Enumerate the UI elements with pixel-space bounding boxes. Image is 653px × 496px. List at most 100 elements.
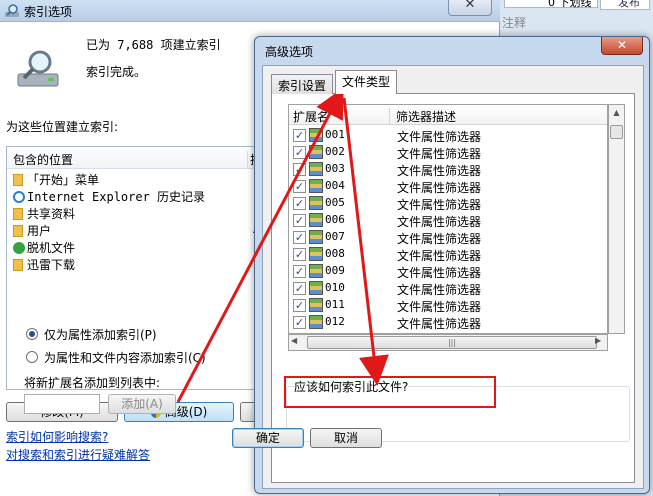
scroll-up-icon[interactable]: ▲ [609, 105, 624, 121]
extension-cell: 009 [325, 264, 345, 277]
include-checkbox[interactable]: ✓ [293, 299, 306, 312]
index-effect-link[interactable]: 索引如何影响搜索? [6, 428, 108, 445]
filter-description-cell: 文件属性筛选器 [397, 198, 482, 212]
folder-icon [13, 225, 23, 237]
include-checkbox[interactable]: ✓ [293, 180, 306, 193]
filter-description-cell: 文件属性筛选器 [397, 147, 482, 161]
include-checkbox[interactable]: ✓ [293, 197, 306, 210]
file-type-icon [309, 298, 323, 312]
extension-cell: 002 [325, 145, 345, 158]
cancel-button[interactable]: 取消 [310, 428, 382, 448]
include-checkbox[interactable]: ✓ [293, 231, 306, 244]
include-checkbox[interactable]: ✓ [293, 265, 306, 278]
list-item[interactable]: 共享资料 [13, 205, 75, 222]
locations-label: 为这些位置建立索引: [6, 120, 119, 134]
extension-cell: 012 [325, 315, 345, 328]
add-extension-input[interactable] [24, 394, 100, 414]
include-checkbox[interactable]: ✓ [293, 163, 306, 176]
tab-file-types[interactable]: 文件类型 [335, 70, 398, 94]
list-item[interactable]: 脱机文件 [13, 239, 75, 256]
dialog-body: 索引设置 文件类型 扩展名 筛选器描述 ✓ 001 文件属性筛选器 ✓ 002 文件属性筛… [262, 65, 644, 489]
include-checkbox[interactable]: ✓ [293, 129, 306, 142]
index-properties-and-contents-radio[interactable] [26, 351, 38, 363]
index-properties-and-contents-label[interactable]: 为属性和文件内容添加索引(C) [44, 349, 206, 366]
horizontal-scrollbar[interactable]: ◀ ||| ▶ [288, 334, 608, 351]
index-properties-only-radio[interactable] [26, 328, 38, 340]
extension-cell: 005 [325, 196, 345, 209]
scroll-right-icon[interactable]: ▶ [595, 336, 601, 345]
file-type-icon [309, 315, 323, 329]
folder-icon [13, 259, 23, 271]
add-extension-label: 将新扩展名添加到列表中: [24, 376, 161, 390]
file-type-icon [309, 247, 323, 261]
extension-cell: 004 [325, 179, 345, 192]
filter-description-cell: 文件属性筛选器 [397, 130, 482, 144]
column-header-filter-description[interactable]: 筛选器描述 [389, 108, 456, 125]
table-row[interactable]: ✓ 011 文件属性筛选器 [289, 297, 607, 314]
file-type-icon [309, 230, 323, 244]
list-item[interactable]: Internet Explorer 历史记录 [13, 188, 205, 205]
tab-index-settings[interactable]: 索引设置 [271, 74, 334, 94]
file-type-icon [309, 128, 323, 142]
table-row[interactable]: ✓ 008 文件属性筛选器 [289, 246, 607, 263]
scroll-left-icon[interactable]: ◀ [291, 336, 297, 345]
folder-icon [13, 174, 23, 186]
include-checkbox[interactable]: ✓ [293, 214, 306, 227]
troubleshoot-link[interactable]: 对搜索和索引进行疑难解答 [6, 446, 150, 463]
table-row[interactable]: ✓ 009 文件属性筛选器 [289, 263, 607, 280]
file-type-icon [309, 213, 323, 227]
dialog-title: 高级选项 [265, 45, 314, 59]
list-item[interactable]: 迅雷下载 [13, 256, 75, 273]
ok-button[interactable]: 确定 [232, 428, 304, 448]
table-row[interactable]: ✓ 007 文件属性筛选器 [289, 229, 607, 246]
dialog-close-button[interactable]: ✕ [601, 37, 643, 55]
window-title: 索引选项 [24, 5, 73, 19]
extension-cell: 007 [325, 230, 345, 243]
include-checkbox[interactable]: ✓ [293, 316, 306, 329]
drive-magnifier-icon [17, 50, 59, 87]
index-properties-only-label[interactable]: 仅为属性添加索引(P) [44, 326, 157, 343]
table-row[interactable]: ✓ 010 文件属性筛选器 [289, 280, 607, 297]
vertical-scrollbar[interactable]: ▲ [608, 104, 625, 334]
filter-description-cell: 文件属性筛选器 [397, 181, 482, 195]
table-row[interactable]: ✓ 001 文件属性筛选器 [289, 127, 607, 144]
table-row[interactable]: ✓ 006 文件属性筛选器 [289, 212, 607, 229]
note-label: 注释 [502, 16, 527, 30]
list-item[interactable]: 用户 [13, 222, 51, 239]
table-row[interactable]: ✓ 002 文件属性筛选器 [289, 144, 607, 161]
file-type-icon [309, 196, 323, 210]
add-button[interactable]: 添加(A) [108, 394, 176, 414]
include-checkbox[interactable]: ✓ [293, 248, 306, 261]
extension-cell: 008 [325, 247, 345, 260]
file-type-icon [309, 145, 323, 159]
underline-text: 0 下划线 [548, 0, 592, 9]
title-bar: 索引选项 [0, 0, 500, 22]
file-type-icon [309, 162, 323, 176]
include-checkbox[interactable]: ✓ [293, 282, 306, 295]
list-header: 包含的位置 排 [7, 147, 275, 169]
internet-explorer-icon [13, 191, 25, 203]
filter-description-cell: 文件属性筛选器 [397, 249, 482, 263]
index-status-text: 索引完成。 [86, 65, 147, 79]
file-type-icon [309, 264, 323, 278]
folder-icon [13, 208, 23, 220]
table-row[interactable]: ✓ 005 文件属性筛选器 [289, 195, 607, 212]
extension-cell: 006 [325, 213, 345, 226]
filter-description-cell: 文件属性筛选器 [397, 283, 482, 297]
column-header-extension[interactable]: 扩展名 [293, 108, 329, 125]
table-row[interactable]: ✓ 004 文件属性筛选器 [289, 178, 607, 195]
close-button[interactable]: ✕ [448, 0, 492, 16]
filter-description-cell: 文件属性筛选器 [397, 300, 482, 314]
column-header-included-locations[interactable]: 包含的位置 [13, 151, 73, 168]
scroll-thumb-horizontal[interactable]: ||| [307, 336, 597, 349]
table-row[interactable]: ✓ 003 文件属性筛选器 [289, 161, 607, 178]
extensions-table[interactable]: 扩展名 筛选器描述 ✓ 001 文件属性筛选器 ✓ 002 文件属性筛选器 ✓ 003 文件属性… [288, 104, 608, 334]
scroll-thumb[interactable] [610, 125, 623, 139]
publish-label: 发布 [618, 0, 640, 9]
filter-description-cell: 文件属性筛选器 [397, 266, 482, 280]
list-item[interactable]: 「开始」菜单 [13, 171, 99, 188]
filter-description-cell: 文件属性筛选器 [397, 164, 482, 178]
table-row[interactable]: ✓ 012 文件属性筛选器 [289, 314, 607, 331]
include-checkbox[interactable]: ✓ [293, 146, 306, 159]
extension-cell: 001 [325, 128, 345, 141]
